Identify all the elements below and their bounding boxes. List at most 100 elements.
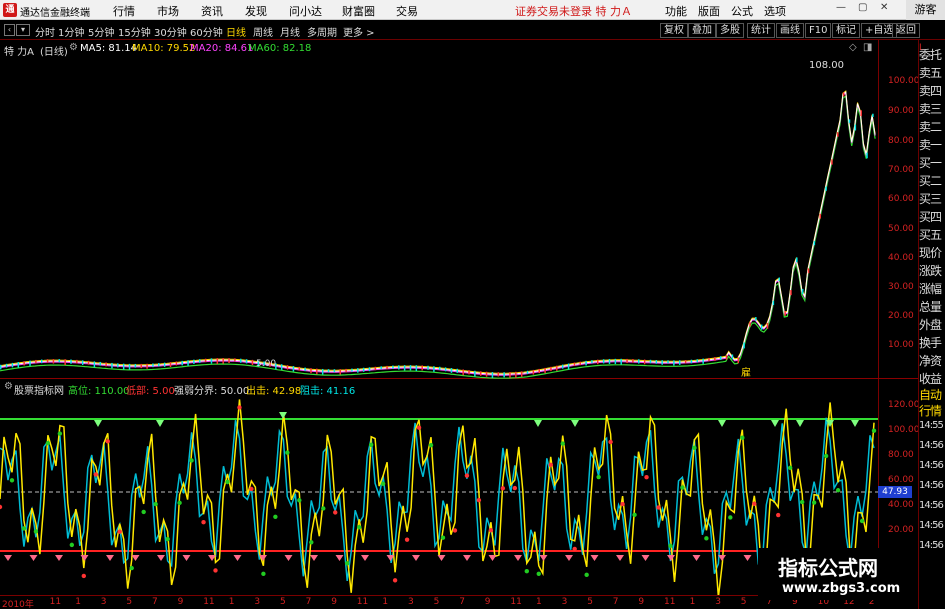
- time-axis-label: 7: [305, 597, 312, 607]
- quote-panel-item[interactable]: 买五: [919, 226, 945, 243]
- candle: [561, 364, 564, 369]
- menu-wealth-circle[interactable]: 财富圈: [342, 3, 375, 19]
- close-icon[interactable]: ✕: [880, 2, 888, 13]
- period-tick[interactable]: 分时: [35, 24, 55, 39]
- main-y-tick: 50.00: [888, 224, 914, 234]
- main-y-tick: 40.00: [888, 253, 914, 263]
- quote-panel-item[interactable]: 总量: [919, 298, 945, 315]
- candle: [520, 371, 523, 377]
- period-30min[interactable]: 30分钟: [154, 24, 187, 39]
- stats-button[interactable]: 统计: [747, 23, 775, 38]
- signal-dot: [309, 540, 314, 545]
- signal-dot: [524, 568, 529, 574]
- guest-button[interactable]: 游客: [906, 0, 945, 20]
- back-button[interactable]: 返回: [892, 23, 920, 38]
- quote-panel-item[interactable]: 委托: [919, 46, 945, 63]
- mark-button[interactable]: 标记: [832, 23, 860, 38]
- menu-quotes[interactable]: 行情: [113, 3, 135, 19]
- list-toggle-icon[interactable]: ▾: [16, 24, 30, 36]
- candle: [17, 361, 20, 368]
- main-y-tick: 100.00: [888, 76, 920, 86]
- multi-stock-button[interactable]: 多股: [716, 23, 744, 38]
- overlay-button[interactable]: 叠加: [688, 23, 716, 38]
- quote-panel-item[interactable]: 外盘: [919, 316, 945, 333]
- quote-panel-item[interactable]: 涨跌: [919, 262, 945, 279]
- signal-dot: [548, 462, 553, 467]
- prev-arrow-icon[interactable]: ‹: [4, 24, 15, 36]
- quote-panel-item[interactable]: 买四: [919, 208, 945, 225]
- quote-panel-item[interactable]: 涨幅: [919, 280, 945, 297]
- time-axis-label: 5: [126, 597, 133, 607]
- period-60min[interactable]: 60分钟: [190, 24, 223, 39]
- quote-panel-item[interactable]: 卖五: [919, 64, 945, 81]
- menu-trade[interactable]: 交易: [396, 3, 418, 19]
- candle: [620, 358, 622, 365]
- menu-layout[interactable]: 版面: [698, 3, 720, 19]
- quote-panel-item[interactable]: 行情: [919, 402, 945, 419]
- menu-discover[interactable]: 发现: [245, 3, 267, 19]
- candle: [122, 363, 125, 370]
- period-multi[interactable]: 多周期: [307, 24, 337, 39]
- quote-panel-item[interactable]: 14:56: [919, 440, 945, 451]
- minimize-icon[interactable]: —: [836, 2, 846, 13]
- quote-panel-item[interactable]: 14:56: [919, 520, 945, 531]
- candle: [298, 366, 301, 371]
- candle: [468, 370, 470, 375]
- quote-panel-item[interactable]: 买二: [919, 172, 945, 189]
- period-1min[interactable]: 1分钟: [58, 24, 84, 39]
- candle: [433, 366, 435, 372]
- signal-dot: [488, 528, 494, 533]
- menu-function[interactable]: 功能: [665, 3, 687, 19]
- menu-ask[interactable]: 问小达: [289, 3, 322, 19]
- adjust-button[interactable]: 复权: [660, 23, 688, 38]
- quote-panel-item[interactable]: 卖三: [919, 100, 945, 117]
- quote-panel-item[interactable]: 14:56: [919, 460, 945, 471]
- sell-signal-marker: [851, 420, 859, 427]
- quote-panel-item[interactable]: 卖四: [919, 82, 945, 99]
- candle: [643, 359, 646, 365]
- quote-panel-item[interactable]: 14:56: [919, 480, 945, 491]
- candle: [35, 359, 37, 364]
- quote-panel-item[interactable]: 14:56: [919, 500, 945, 511]
- period-5min[interactable]: 5分钟: [88, 24, 114, 39]
- candle: [737, 357, 740, 364]
- main-y-tick: 60.00: [888, 194, 914, 204]
- quote-panel-item[interactable]: 净资: [919, 352, 945, 369]
- time-axis-label: 7: [152, 597, 158, 607]
- quote-panel-item[interactable]: 卖一: [919, 136, 945, 153]
- signal-dot: [788, 465, 793, 471]
- signal-dot: [536, 571, 541, 577]
- quote-panel-item[interactable]: 买一: [919, 154, 945, 171]
- signal-dot: [105, 439, 110, 444]
- restore-icon[interactable]: ▢: [858, 2, 867, 13]
- quote-panel-item[interactable]: 14:55: [919, 420, 945, 431]
- signal-dot: [93, 472, 98, 477]
- menu-market[interactable]: 市场: [157, 3, 179, 19]
- candle: [76, 359, 78, 364]
- buy-signal-marker: [284, 555, 293, 561]
- buy-signal-marker: [55, 555, 63, 561]
- menu-news[interactable]: 资讯: [201, 3, 223, 19]
- f10-button[interactable]: F10: [805, 23, 832, 38]
- menu-options[interactable]: 选项: [764, 3, 786, 19]
- signal-dot: [345, 561, 350, 566]
- period-daily[interactable]: 日线: [226, 24, 246, 39]
- period-monthly[interactable]: 月线: [280, 24, 300, 39]
- candle: [52, 359, 55, 364]
- menu-formula[interactable]: 公式: [731, 3, 753, 19]
- period-weekly[interactable]: 周线: [253, 24, 273, 39]
- signal-dot: [620, 501, 625, 507]
- quote-panel-item[interactable]: 换手: [919, 334, 945, 351]
- signal-dot: [81, 573, 87, 579]
- period-15min[interactable]: 15分钟: [118, 24, 151, 39]
- signal-dot: [45, 441, 51, 446]
- time-axis-label: 5: [280, 597, 286, 607]
- quote-panel-item[interactable]: 14:56: [919, 540, 945, 551]
- quote-panel-item[interactable]: 现价: [919, 244, 945, 261]
- quote-panel-item[interactable]: 买三: [919, 190, 945, 207]
- quote-panel-item[interactable]: 收益: [919, 370, 945, 387]
- period-more[interactable]: 更多 >: [343, 24, 375, 39]
- draw-line-button[interactable]: 画线: [776, 23, 804, 38]
- quote-panel-item[interactable]: 自动: [919, 386, 945, 403]
- quote-panel-item[interactable]: 卖二: [919, 118, 945, 135]
